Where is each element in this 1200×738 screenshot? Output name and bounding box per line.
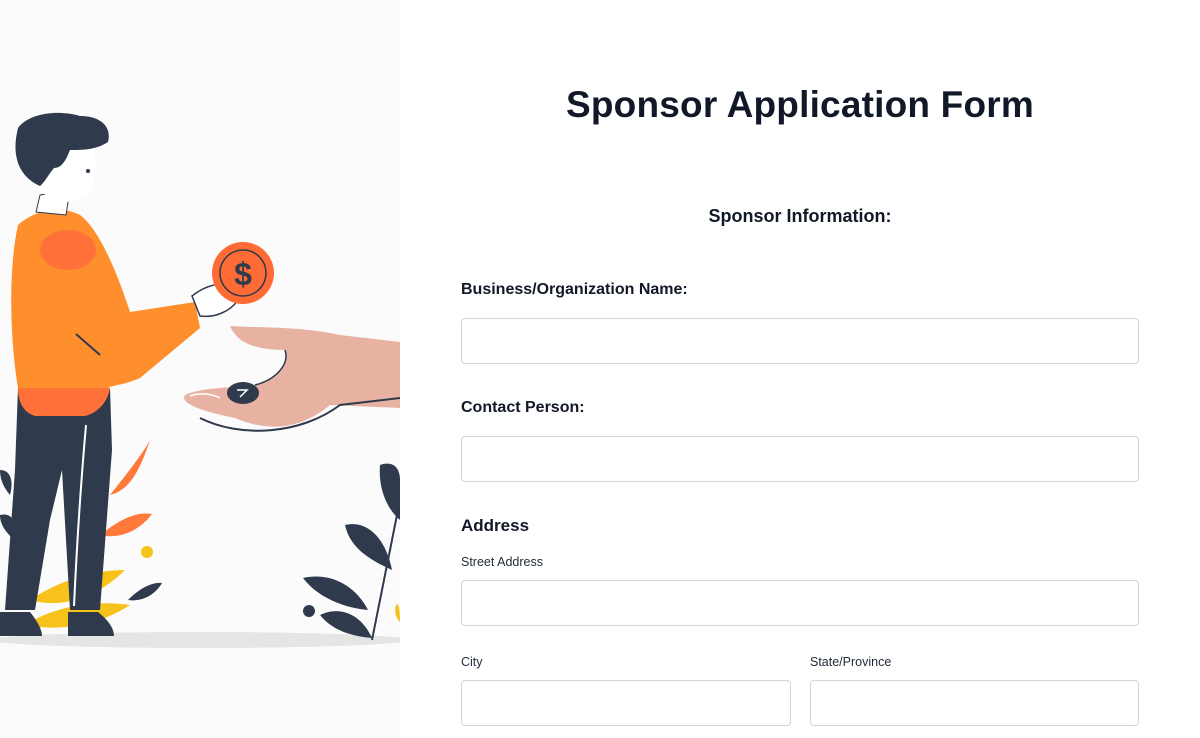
shoe-left xyxy=(0,612,42,636)
leaf-dark-right-3 xyxy=(303,576,368,610)
ground-shadow xyxy=(0,632,400,648)
sponsor-form: Sponsor Application Form Sponsor Informa… xyxy=(400,0,1200,738)
section-title-sponsor-information: Sponsor Information: xyxy=(708,206,892,226)
leaf-orange-2 xyxy=(100,513,152,537)
contact-person-input[interactable] xyxy=(461,436,1139,482)
form-title: Sponsor Application Form xyxy=(566,84,1034,125)
contact-person-label: Contact Person: xyxy=(461,399,585,416)
page: $ Sponsor Application Form Sponsor Infor… xyxy=(0,0,1200,738)
address-group-title: Address xyxy=(461,516,530,535)
city-label: City xyxy=(461,655,483,669)
shirt-shoulder-shade xyxy=(40,230,96,270)
street-address-input[interactable] xyxy=(461,580,1139,626)
business-name-label: Business/Organization Name: xyxy=(461,281,688,298)
leaf-dark-right-2 xyxy=(345,524,392,570)
dot-yellow xyxy=(141,546,153,558)
leaf-orange-1 xyxy=(110,440,150,495)
person-legs xyxy=(5,388,112,610)
city-input[interactable] xyxy=(461,680,791,726)
street-address-label: Street Address xyxy=(461,555,543,569)
illustration-panel: $ xyxy=(0,0,400,738)
receiving-hand xyxy=(184,326,400,427)
person-shirt xyxy=(11,209,200,388)
coin-dollar-icon: $ xyxy=(234,256,252,292)
leaf-dark-small xyxy=(128,582,162,601)
state-province-input[interactable] xyxy=(810,680,1139,726)
person-eye xyxy=(86,169,90,173)
leaf-dark-left-1 xyxy=(0,470,12,495)
dot-dark xyxy=(303,605,315,617)
stem-right xyxy=(371,499,400,641)
sponsor-donation-illustration: $ xyxy=(0,112,400,648)
state-province-label: State/Province xyxy=(810,655,892,669)
business-name-input[interactable] xyxy=(461,318,1139,364)
